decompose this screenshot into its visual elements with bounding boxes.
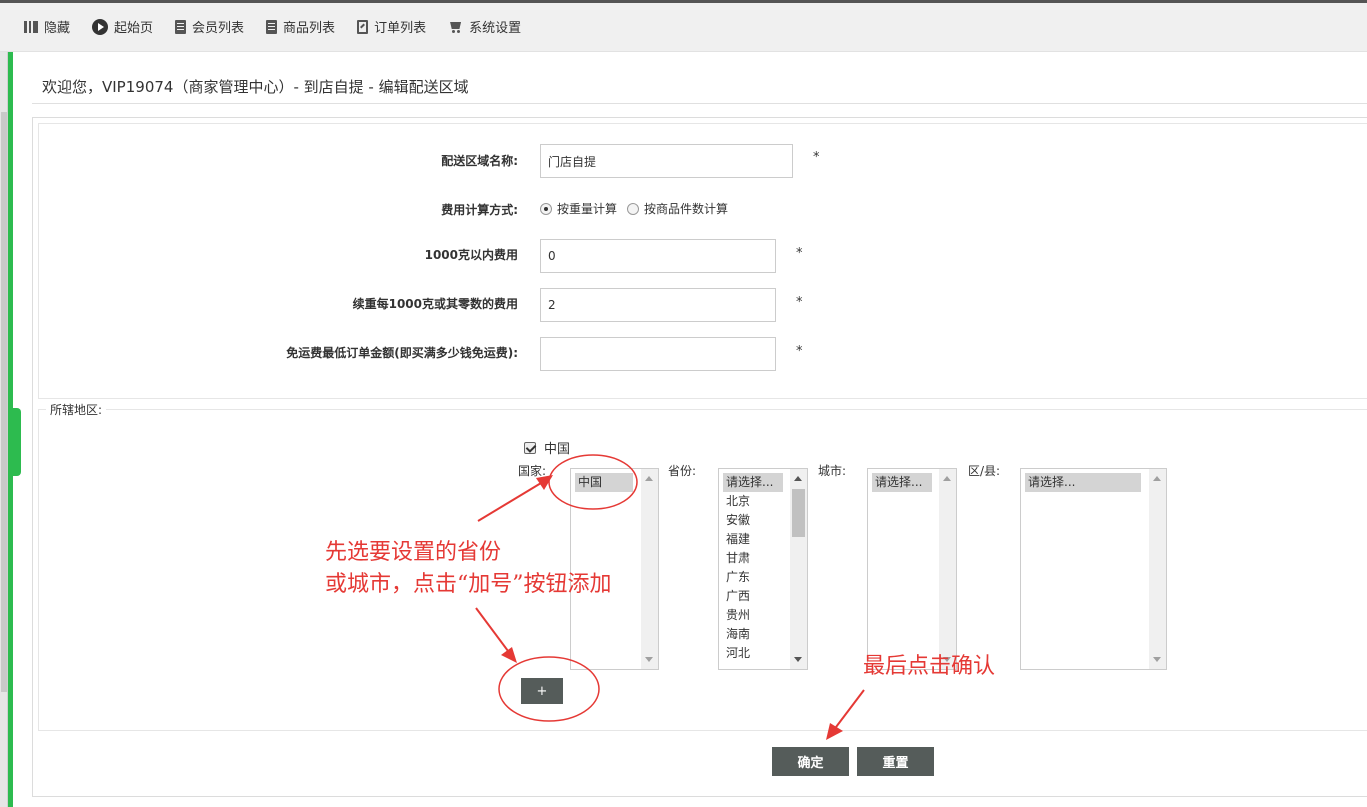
annotation-step1-line2: 或城市，点击“加号”按钮添加: [325, 572, 612, 597]
scroll-up-icon[interactable]: [794, 476, 802, 481]
country-label: 国家:: [518, 464, 547, 478]
region-legend: 所辖地区:: [46, 401, 107, 418]
document-icon: [266, 19, 278, 34]
city-option[interactable]: 请选择...: [872, 473, 932, 492]
play-icon: [92, 18, 109, 35]
hide-icon: [24, 20, 38, 33]
district-select[interactable]: 请选择...: [1020, 468, 1167, 670]
checked-country[interactable]: 中国: [524, 438, 570, 457]
nav-item-order-list[interactable]: 订单列表: [357, 17, 426, 36]
scroll-down-icon[interactable]: [645, 657, 653, 662]
district-label: 区/县:: [968, 464, 1001, 478]
page: 隐藏 起始页 会员列表 商品列表 订单列表 系统设置 欢迎您，VIP19074（…: [0, 0, 1367, 807]
scroll-up-icon[interactable]: [645, 476, 653, 481]
city-select[interactable]: 请选择...: [867, 468, 957, 670]
nav-item-label: 起始页: [114, 21, 154, 36]
radio-by-quantity[interactable]: [627, 202, 640, 215]
left-scrollbar[interactable]: [0, 52, 8, 807]
left-scrollbar-thumb[interactable]: [1, 112, 7, 692]
scroll-up-icon[interactable]: [943, 476, 951, 481]
country-select-scrollbar[interactable]: [641, 469, 658, 669]
annotation-step2: 最后点击确认: [863, 654, 996, 679]
add-region-button[interactable]: +: [521, 678, 563, 704]
city-select-scrollbar[interactable]: [939, 469, 956, 669]
district-select-scrollbar[interactable]: [1149, 469, 1166, 669]
region-fieldset: [38, 409, 1367, 731]
required-mark: *: [796, 295, 803, 310]
area-name-label: 配送区域名称:: [441, 154, 518, 168]
base-fee-input[interactable]: [540, 239, 776, 273]
scroll-up-icon[interactable]: [1153, 476, 1161, 481]
extra-fee-label: 续重每1000克或其零数的费用: [352, 297, 518, 311]
scroll-thumb[interactable]: [792, 489, 805, 537]
required-mark: *: [813, 150, 820, 165]
edit-icon: [357, 19, 369, 34]
nav-item-system-settings[interactable]: 系统设置: [448, 17, 521, 36]
radio-by-weight-label[interactable]: 按重量计算: [557, 200, 617, 217]
country-checkbox[interactable]: [524, 441, 536, 454]
side-collapse-tab[interactable]: [13, 408, 21, 476]
district-option[interactable]: 请选择...: [1025, 473, 1141, 492]
scroll-down-icon[interactable]: [794, 657, 802, 662]
required-mark: *: [796, 246, 803, 261]
reset-button[interactable]: 重置: [857, 747, 934, 776]
page-title: 欢迎您，VIP19074（商家管理中心）- 到店自提 - 编辑配送区域: [42, 78, 469, 96]
required-mark: *: [796, 344, 803, 359]
radio-by-quantity-label[interactable]: 按商品件数计算: [644, 200, 728, 217]
free-shipping-min-input[interactable]: [540, 337, 776, 371]
fee-method-label: 费用计算方式:: [441, 203, 518, 217]
province-label: 省份:: [668, 464, 697, 478]
cart-icon: [448, 20, 463, 33]
extra-fee-input[interactable]: [540, 288, 776, 322]
nav-item-label: 订单列表: [374, 21, 427, 36]
nav-item-label: 隐藏: [44, 21, 71, 36]
nav-item-product-list[interactable]: 商品列表: [266, 17, 335, 36]
nav-item-label: 商品列表: [283, 21, 336, 36]
province-option[interactable]: 请选择...: [723, 473, 783, 492]
confirm-button[interactable]: 确定: [772, 747, 849, 776]
province-select-scrollbar[interactable]: [790, 469, 807, 669]
country-option[interactable]: 中国: [575, 473, 633, 492]
document-icon: [175, 19, 187, 34]
scroll-down-icon[interactable]: [1153, 657, 1161, 662]
area-name-input[interactable]: [540, 144, 793, 178]
top-nav-bar: 隐藏 起始页 会员列表 商品列表 订单列表 系统设置: [0, 0, 1367, 52]
nav-item-member-list[interactable]: 会员列表: [175, 17, 244, 36]
nav-item-start-page[interactable]: 起始页: [92, 17, 153, 36]
radio-by-weight[interactable]: [540, 202, 552, 215]
nav-item-hide[interactable]: 隐藏: [24, 17, 70, 36]
checked-country-label: 中国: [544, 442, 571, 457]
top-nav: 隐藏 起始页 会员列表 商品列表 订单列表 系统设置: [24, 17, 521, 36]
base-fee-label: 1000克以内费用: [424, 248, 518, 262]
city-label: 城市:: [818, 464, 847, 478]
nav-item-label: 系统设置: [469, 21, 522, 36]
fee-method-radio-group: 按重量计算 按商品件数计算: [540, 200, 728, 217]
title-divider: [32, 103, 1367, 104]
annotation-step1: 先选要设置的省份 或城市，点击“加号”按钮添加: [325, 537, 612, 601]
free-shipping-min-label: 免运费最低订单金额(即买满多少钱免运费):: [286, 346, 518, 360]
annotation-step1-line1: 先选要设置的省份: [325, 540, 502, 565]
nav-item-label: 会员列表: [192, 21, 245, 36]
province-select[interactable]: 请选择... 北京 安徽 福建 甘肃 广东 广西 贵州 海南 河北: [718, 468, 808, 670]
